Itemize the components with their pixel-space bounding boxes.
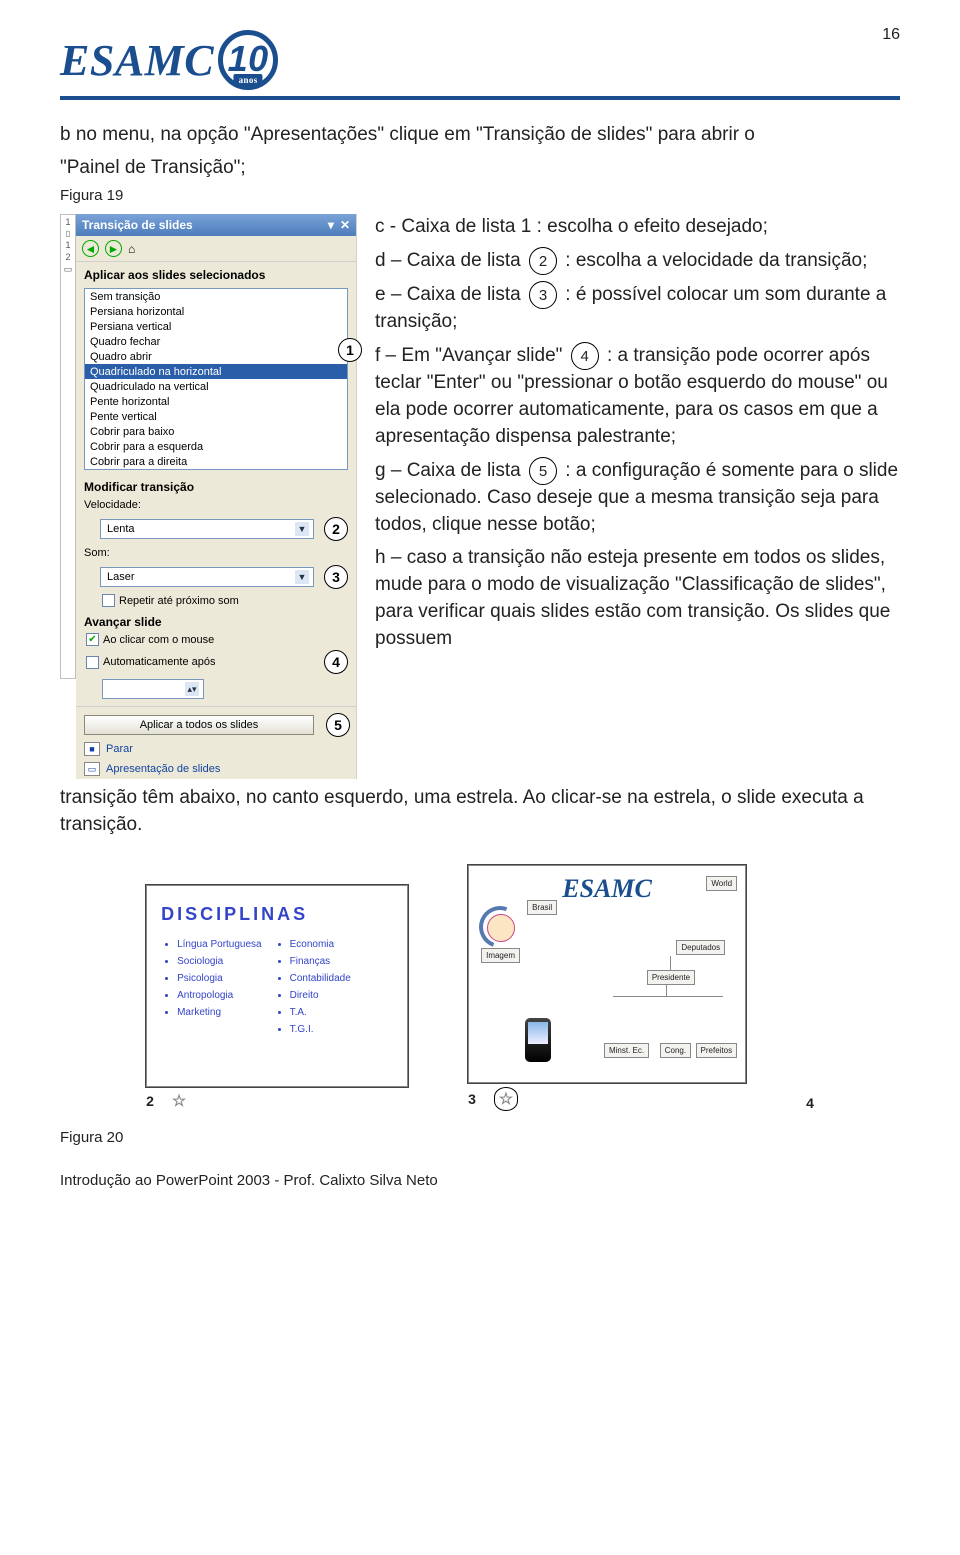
repeat-sound-checkbox[interactable]: Repetir até próximo som xyxy=(76,592,356,609)
brand-badge: 10 anos xyxy=(218,30,278,90)
slide-thumb-3: ESAMC World Brasil Imagem Deputados Pres… xyxy=(468,865,746,1111)
sound-label: Som: xyxy=(84,547,110,559)
pane-title: Transição de slides xyxy=(82,218,193,232)
section-modify: Modificar transição xyxy=(76,474,356,496)
pane-menu-icon[interactable]: ▾ xyxy=(328,218,334,232)
callout-5: 5 xyxy=(326,713,350,737)
slide-index: 2 xyxy=(146,1093,154,1109)
chevron-down-icon: ▼ xyxy=(295,570,309,584)
slide-sorter-row: DISCIPLINAS Língua PortuguesaSociologiaP… xyxy=(60,865,900,1111)
list-item[interactable]: Quadriculado na vertical xyxy=(85,379,347,394)
section-apply-selected: Aplicar aos slides selecionados xyxy=(76,262,356,284)
sound-value: Laser xyxy=(107,571,135,583)
slide-index: 3 xyxy=(468,1091,476,1107)
body-text: c - Caixa de lista 1 : escolha o efeito … xyxy=(375,214,900,659)
brand-text: ESAMC xyxy=(60,35,214,86)
stop-icon: ■ xyxy=(84,742,100,756)
slide-a-title: DISCIPLINAS xyxy=(161,904,393,925)
section-advance: Avançar slide xyxy=(76,609,356,631)
figure-20-caption: Figura 20 xyxy=(60,1129,900,1146)
phone-icon xyxy=(525,1018,551,1062)
speed-value: Lenta xyxy=(107,523,135,535)
list-item[interactable]: Cobrir para baixo xyxy=(85,424,347,439)
apply-all-button[interactable]: Aplicar a todos os slides xyxy=(84,715,314,735)
inline-callout-3: 3 xyxy=(529,281,557,309)
spinner-icon: ▴▾ xyxy=(185,682,199,696)
list-item[interactable]: Sem transição xyxy=(85,289,347,304)
list-item-selected[interactable]: Quadriculado na horizontal xyxy=(85,364,347,379)
continuation-text: transição têm abaixo, no canto esquerdo,… xyxy=(60,785,900,839)
list-item[interactable]: Cobrir para a esquerda xyxy=(85,439,347,454)
header-rule xyxy=(60,96,900,100)
slide-a-list-left: Língua PortuguesaSociologiaPsicologiaAnt… xyxy=(161,939,262,1041)
pane-nav: ◄ ► ⌂ xyxy=(76,236,356,262)
nav-back-icon[interactable]: ◄ xyxy=(82,240,99,257)
list-item[interactable]: Persiana vertical xyxy=(85,319,347,334)
inline-callout-4: 4 xyxy=(571,342,599,370)
pane-close-icon[interactable]: ✕ xyxy=(340,218,350,232)
figure-19-caption: Figura 19 xyxy=(60,187,900,204)
transition-task-pane: Transição de slides ▾ ✕ ◄ ► ⌂ Aplicar aos… xyxy=(76,214,357,779)
advance-auto-checkbox[interactable]: Automaticamente após 4 xyxy=(76,648,356,676)
advance-time-spinner[interactable]: ▴▾ xyxy=(102,679,204,699)
callout-3: 3 xyxy=(324,565,348,589)
transition-star-highlight: ☆ xyxy=(494,1087,518,1111)
callout-4: 4 xyxy=(324,650,348,674)
page-number: 16 xyxy=(882,26,900,44)
list-item[interactable]: Persiana horizontal xyxy=(85,304,347,319)
brand-logo: ESAMC 10 anos xyxy=(60,30,278,90)
inline-callout-2: 2 xyxy=(529,247,557,275)
slide-index: 4 xyxy=(806,1095,814,1111)
chevron-down-icon: ▼ xyxy=(295,522,309,536)
sound-dropdown[interactable]: Laser ▼ xyxy=(100,567,314,587)
list-item[interactable]: Quadro fechar xyxy=(85,334,347,349)
callout-2: 2 xyxy=(324,517,348,541)
speed-dropdown[interactable]: Lenta ▼ xyxy=(100,519,314,539)
slideshow-button[interactable]: ▭Apresentação de slides xyxy=(76,759,356,779)
list-item[interactable]: Pente horizontal xyxy=(85,394,347,409)
list-item[interactable]: Pente vertical xyxy=(85,409,347,424)
play-stop-button[interactable]: ■Parar xyxy=(76,739,356,759)
slide-a-list-right: EconomiaFinançasContabilidadeDireitoT.A.… xyxy=(274,939,351,1041)
projector-icon: ▭ xyxy=(84,762,100,776)
slide-b-logo: ESAMC xyxy=(477,874,737,904)
pane-header: Transição de slides ▾ ✕ xyxy=(76,214,356,236)
footer-text: Introdução ao PowerPoint 2003 - Prof. Ca… xyxy=(60,1172,900,1189)
transition-star-icon: ☆ xyxy=(172,1091,186,1111)
slide-thumb-4: 4 xyxy=(806,1091,814,1111)
nav-forward-icon[interactable]: ► xyxy=(105,240,122,257)
slide-thumb-strip: 1▯12▭ xyxy=(60,214,76,679)
nav-home-icon[interactable]: ⌂ xyxy=(128,242,135,256)
list-item[interactable]: Cobrir para a direita xyxy=(85,454,347,469)
slide-thumb-2: DISCIPLINAS Língua PortuguesaSociologiaP… xyxy=(146,885,408,1111)
advance-on-click-checkbox[interactable]: ✔Ao clicar com o mouse xyxy=(76,631,356,648)
effects-listbox[interactable]: Sem transição Persiana horizontal Persia… xyxy=(84,288,348,470)
list-item[interactable]: Quadro abrir xyxy=(85,349,347,364)
inline-callout-5: 5 xyxy=(529,457,557,485)
lead-paragraph: b no menu, na opção "Apresentações" cliq… xyxy=(60,122,900,181)
speed-label: Velocidade: xyxy=(84,499,141,511)
callout-1: 1 xyxy=(338,338,362,362)
